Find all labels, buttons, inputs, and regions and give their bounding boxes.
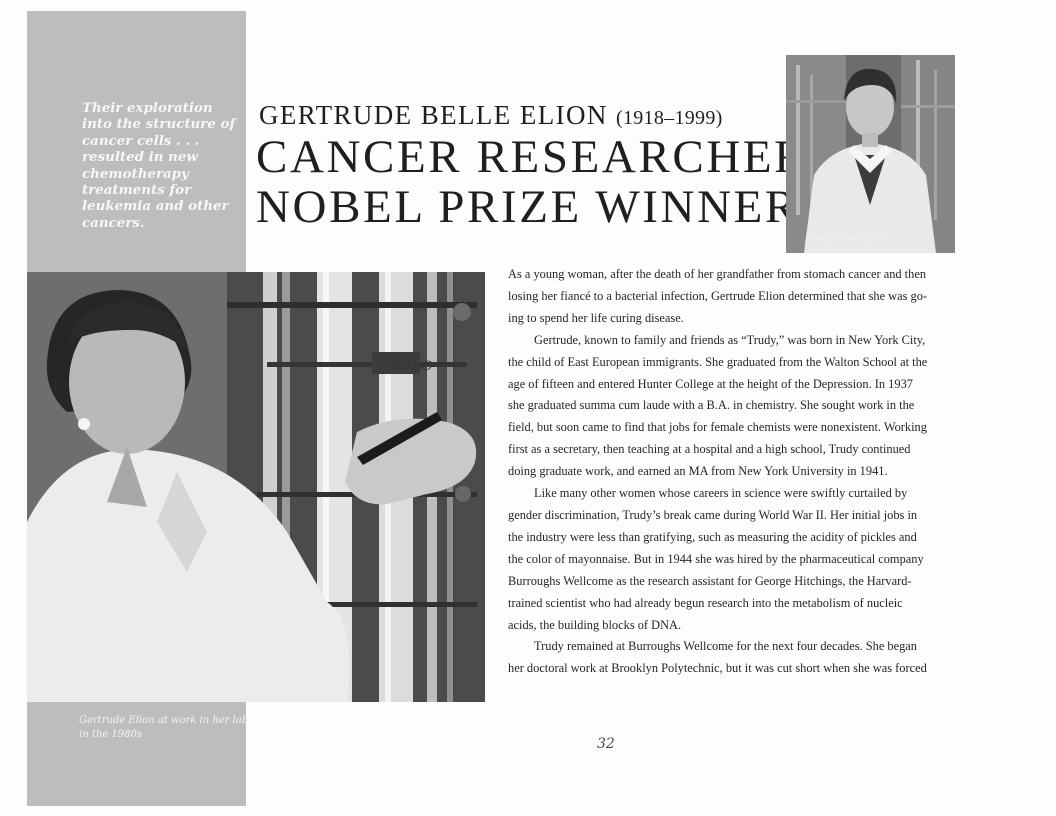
lab-photo-illustration: % H₂O: [27, 272, 485, 702]
text-line: Burroughs Wellcome as the research assis…: [508, 573, 912, 588]
paragraph: Trudy remained at Burroughs Wellcome for…: [508, 636, 976, 680]
page-number: 32: [597, 736, 615, 752]
text-line: As a young woman, after the death of her…: [508, 267, 927, 281]
title-line-2: NOBEL PRIZE WINNER: [256, 181, 799, 233]
paragraph: Like many other women whose careers in s…: [508, 483, 976, 636]
lab-photo-caption: Gertrude Elion at work in her lab in the…: [79, 715, 249, 740]
text-line: ing to spend her life curing disease.: [508, 310, 684, 325]
lab-photo: % H₂O: [27, 272, 485, 702]
book-page: Their exploration into the structure of …: [0, 0, 1056, 816]
pull-quote: Their exploration into the structure of …: [82, 100, 236, 231]
text-line: doing graduate work, and earned an MA fr…: [508, 464, 888, 479]
article-body: As a young woman, after the death of her…: [508, 264, 976, 680]
text-line: she graduated summa cum laude with a B.A…: [508, 398, 915, 413]
portrait-illustration: [786, 55, 955, 253]
text-line: field, but soon came to find that jobs f…: [508, 420, 927, 435]
text-line: age of fifteen and entered Hunter Colleg…: [508, 376, 913, 391]
text-line: Trudy remained at Burroughs Wellcome for…: [534, 639, 918, 654]
subject-name-line: GERTRUDE BELLE ELION (1918–1999): [259, 100, 723, 131]
text-line: the color of mayonnaise. But in 1944 she…: [508, 551, 924, 566]
text-line: Gertrude, known to family and friends as…: [534, 332, 926, 347]
text-line: trained scientist who had already begun …: [508, 595, 903, 610]
text-line: her doctoral work at Brooklyn Polytechni…: [508, 661, 927, 676]
text-line: the child of East European immigrants. S…: [508, 354, 928, 369]
text-line: gender discrimination, Trudy’s break cam…: [508, 507, 918, 522]
handwriting-label: % H₂O: [389, 359, 433, 374]
paragraph: Gertrude, known to family and friends as…: [508, 330, 976, 483]
portrait-photo: [786, 55, 955, 253]
subject-name: GERTRUDE BELLE ELION: [259, 100, 608, 130]
text-line: first as a secretary, then teaching at a…: [508, 442, 911, 457]
subject-years: (1918–1999): [615, 107, 723, 129]
text-line: Like many other women whose careers in s…: [534, 486, 908, 501]
text-line: the industry were less than gratifying, …: [508, 529, 917, 544]
title-line-1: CANCER RESEARCHER,: [256, 131, 823, 183]
portrait-caption: Elion, circa 1950: [805, 233, 887, 244]
text-line: acids, the building blocks of DNA.: [508, 617, 682, 632]
text-line: losing her fiancé to a bacterial infecti…: [508, 288, 928, 303]
paragraph: As a young woman, after the death of her…: [508, 264, 976, 330]
